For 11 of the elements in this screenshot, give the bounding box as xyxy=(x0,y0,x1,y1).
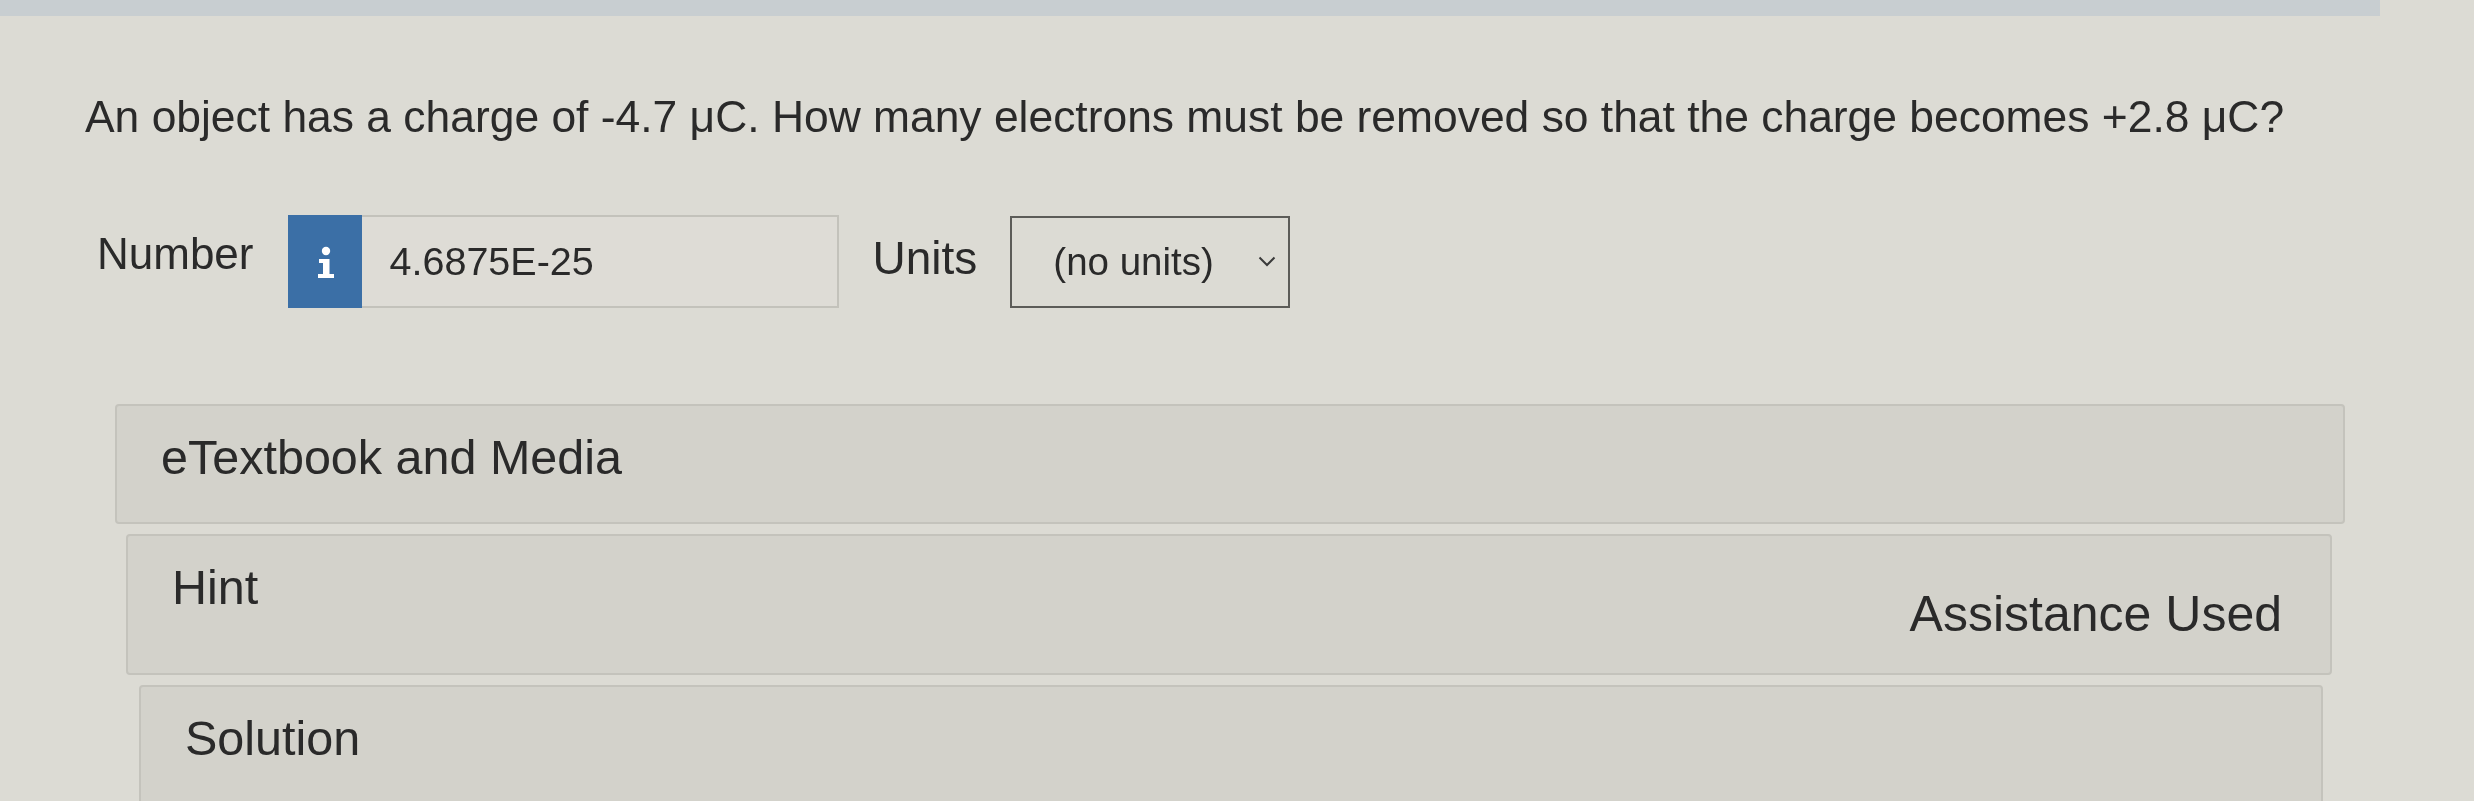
question-text: An object has a charge of -4.7 μC. How many electrons must be removed so that the charge becomes +2.8 μC? xyxy=(85,92,2285,142)
info-icon[interactable] xyxy=(287,215,362,308)
units-dropdown[interactable]: (no units) xyxy=(1010,215,1291,308)
number-input[interactable]: 4.6875E-25 xyxy=(361,215,839,308)
number-label: Number xyxy=(97,228,254,279)
accordion-panel[interactable]: Solution xyxy=(139,685,2323,801)
assistance-status: Assistance Used xyxy=(1909,586,2282,642)
accordion-panel[interactable]: Hint Assistance Used xyxy=(126,534,2332,675)
accordion-panel[interactable]: eTextbook and Media xyxy=(115,404,2345,524)
chevron-down-icon xyxy=(1258,256,1277,267)
units-label: Units xyxy=(872,231,978,284)
